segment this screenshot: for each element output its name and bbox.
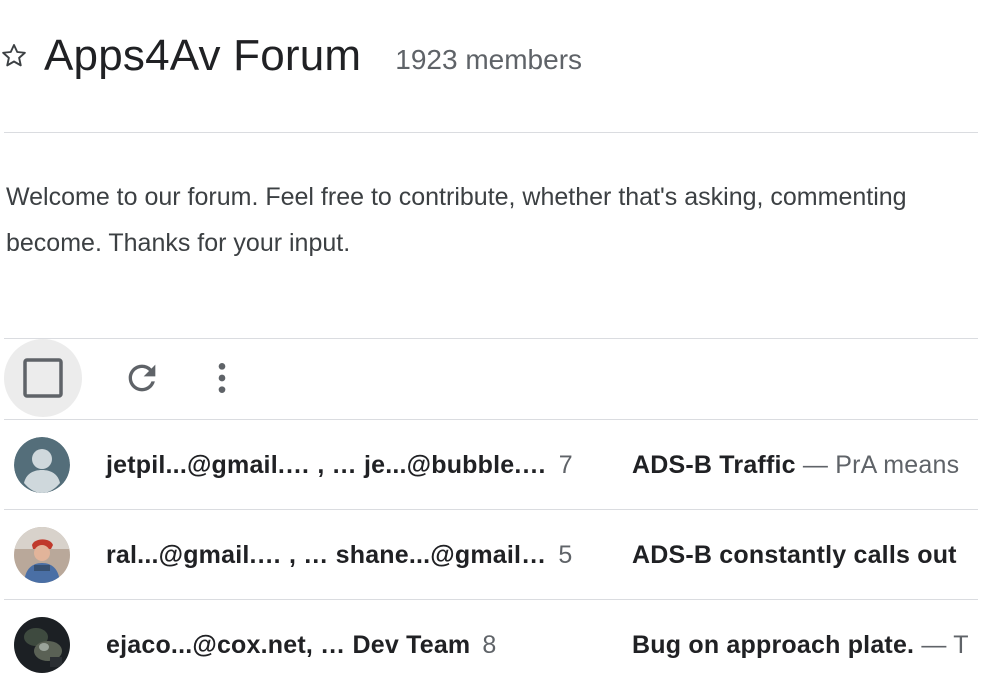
forum-page: Apps4Av Forum 1923 members Welcome to ou… [0, 0, 983, 681]
avatar [14, 437, 70, 493]
thread-subject: ADS-B constantly calls out [632, 510, 957, 600]
checkbox-icon [23, 358, 63, 398]
avatar [14, 617, 70, 673]
forum-header: Apps4Av Forum 1923 members [0, 28, 582, 84]
thread-participants: ejaco...@cox.net, … Dev Team 8 [106, 600, 496, 681]
subject-title: ADS-B Traffic [632, 451, 796, 479]
more-vert-icon [218, 363, 226, 393]
person-photo-icon [14, 527, 70, 583]
thread-subject: ADS-B Traffic — PrA means [632, 420, 959, 510]
default-person-icon [14, 437, 70, 493]
dark-photo-icon [14, 617, 70, 673]
participants-text: jetpil...@gmail.… , … je...@bubble.… [106, 451, 547, 479]
message-count: 7 [558, 451, 573, 479]
refresh-icon [128, 364, 156, 392]
participants-text: ejaco...@cox.net, … Dev Team [106, 631, 471, 659]
participants-text: ral...@gmail.… , … shane...@gmail… [106, 541, 547, 569]
welcome-line-1: Welcome to our forum. Feel free to contr… [6, 183, 907, 211]
subject-snippet: — T [914, 631, 969, 659]
welcome-message: Welcome to our forum. Feel free to contr… [6, 174, 983, 266]
message-count: 5 [558, 541, 573, 569]
thread-row[interactable]: ejaco...@cox.net, … Dev Team 8 Bug on app… [4, 600, 978, 681]
conversation-toolbar [4, 339, 978, 419]
more-options-button[interactable] [183, 339, 261, 417]
avatar [14, 527, 70, 583]
thread-subject: Bug on approach plate. — T [632, 600, 969, 681]
select-all-checkbox[interactable] [4, 339, 82, 417]
star-icon[interactable] [0, 40, 30, 72]
subject-title: Bug on approach plate. [632, 631, 915, 659]
header-divider [4, 132, 978, 133]
thread-participants: ral...@gmail.… , … shane...@gmail… 5 [106, 510, 573, 600]
thread-row[interactable]: ral...@gmail.… , … shane...@gmail… 5 ADS-… [4, 510, 978, 600]
page-title: Apps4Av Forum [44, 31, 362, 80]
message-count: 8 [482, 631, 497, 659]
subject-title: ADS-B constantly calls out [632, 541, 957, 569]
refresh-button[interactable] [103, 339, 181, 417]
subject-snippet: — PrA means [795, 451, 960, 479]
member-count[interactable]: 1923 members [395, 44, 582, 76]
thread-participants: jetpil...@gmail.… , … je...@bubble.… 7 [106, 420, 573, 510]
welcome-line-2: become. Thanks for your input. [6, 229, 351, 257]
thread-row[interactable]: jetpil...@gmail.… , … je...@bubble.… 7 AD… [4, 420, 978, 510]
